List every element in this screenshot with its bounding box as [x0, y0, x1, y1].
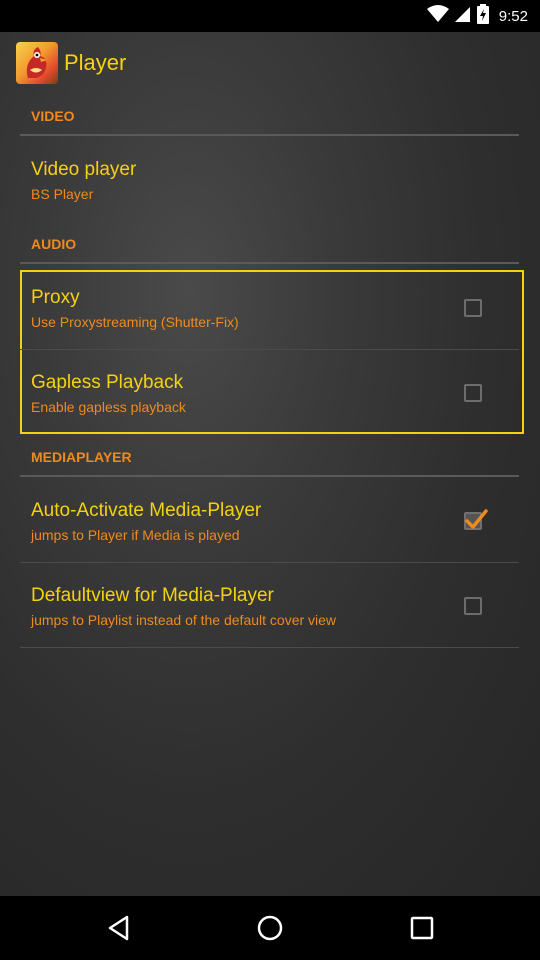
section-divider [20, 475, 519, 477]
navigation-bar [0, 896, 540, 960]
status-bar: 9:52 [0, 0, 540, 32]
app-bar: Player [0, 32, 540, 96]
home-icon[interactable] [254, 912, 286, 944]
pref-title: Auto-Activate Media-Player [31, 500, 262, 521]
status-icons: 9:52 [426, 0, 528, 32]
back-icon[interactable] [103, 912, 135, 944]
row-divider [20, 349, 519, 350]
auto-activate-checkbox[interactable] [464, 509, 488, 530]
signal-icon [454, 5, 471, 28]
app-title: Player [64, 50, 127, 75]
pref-summary: jumps to Playlist instead of the default… [31, 612, 337, 628]
app-logo-icon[interactable] [16, 42, 58, 84]
pref-summary: BS Player [31, 186, 94, 202]
section-header-video: VIDEO [31, 108, 75, 124]
wifi-icon [426, 4, 449, 28]
section-divider [20, 134, 519, 136]
pref-summary: jumps to Player if Media is played [31, 527, 240, 543]
proxy-checkbox[interactable] [464, 299, 482, 317]
pref-title: Proxy [31, 287, 80, 308]
defaultview-checkbox[interactable] [464, 597, 482, 615]
pref-summary: Enable gapless playback [31, 399, 186, 415]
pref-title: Gapless Playback [31, 372, 184, 393]
pref-title: Defaultview for Media-Player [31, 585, 274, 606]
settings-screen: Player VIDEO Video player BS Player AUDI… [0, 32, 540, 896]
row-divider [20, 562, 519, 563]
section-header-audio: AUDIO [31, 236, 77, 252]
status-time: 9:52 [498, 7, 528, 25]
checkmark-icon [465, 509, 488, 529]
recents-icon[interactable] [406, 912, 438, 944]
section-divider [20, 262, 519, 264]
section-header-mediaplayer: MEDIAPLAYER [31, 449, 132, 465]
battery-charging-icon [476, 3, 489, 29]
row-divider [20, 647, 519, 648]
pref-title: Video player [31, 159, 137, 180]
gapless-checkbox[interactable] [464, 384, 482, 402]
pref-summary: Use Proxystreaming (Shutter-Fix) [31, 314, 239, 330]
